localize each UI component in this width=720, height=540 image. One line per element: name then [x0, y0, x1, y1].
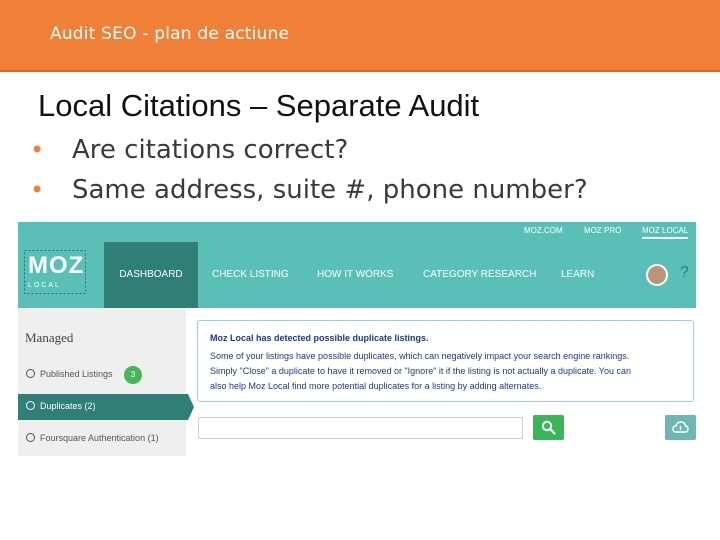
slide-header-bar: Audit SEO - plan de actiune: [0, 0, 720, 72]
sidebar-item-duplicates[interactable]: Duplicates (2): [18, 394, 194, 420]
slide-header-title: Audit SEO - plan de actiune: [50, 24, 290, 44]
sidebar-item-label: Published Listings: [40, 369, 113, 379]
duplicate-alert: Moz Local has detected possible duplicat…: [197, 320, 694, 402]
sync-button[interactable]: [665, 415, 696, 440]
alert-title: Moz Local has detected possible duplicat…: [210, 333, 429, 343]
moz-local-logo[interactable]: MOZ LOCAL: [24, 250, 86, 294]
sidebar-item-published-listings[interactable]: Published Listings 3: [18, 362, 186, 388]
toplink-moz-com[interactable]: MOZ.COM: [524, 226, 563, 235]
moz-local-screenshot: MOZ.COM MOZ PRO MOZ LOCAL MOZ LOCAL DASH…: [18, 222, 696, 456]
toplink-moz-pro[interactable]: MOZ PRO: [584, 226, 621, 235]
bullet-item: • Same address, suite #, phone number?: [30, 170, 588, 210]
count-badge: 3: [124, 366, 142, 384]
alert-text: Simply "Close" a duplicate to have it re…: [210, 366, 632, 376]
logo-text: MOZ: [28, 252, 85, 279]
nav-dashboard[interactable]: DASHBOARD: [104, 242, 198, 308]
nav-category-research[interactable]: CATEGORY RESEARCH: [423, 242, 536, 308]
search-input[interactable]: [198, 417, 523, 439]
help-icon[interactable]: ?: [680, 264, 689, 282]
sidebar-item-label: Duplicates (2): [40, 401, 96, 411]
nav-how-it-works[interactable]: HOW IT WORKS: [317, 242, 393, 308]
nav-learn[interactable]: LEARN: [561, 242, 594, 308]
listing-icon: [26, 369, 35, 378]
toplink-moz-local[interactable]: MOZ LOCAL: [642, 226, 689, 239]
logo-subtext: LOCAL: [28, 282, 61, 289]
sidebar: Managed Published Listings 3 Duplicates …: [18, 308, 194, 456]
foursquare-icon: [26, 433, 35, 442]
search-button[interactable]: [533, 415, 564, 440]
bullet-list: • Are citations correct? • Same address, s…: [30, 130, 588, 210]
alert-text: Some of your listings have possible dupl…: [210, 351, 630, 361]
user-avatar[interactable]: [646, 264, 668, 286]
main-nav: MOZ LOCAL DASHBOARD CHECK LISTING HOW IT…: [18, 242, 696, 308]
bullet-dot-icon: •: [30, 176, 45, 204]
active-arrow-icon: [188, 394, 194, 420]
top-links-bar: MOZ.COM MOZ PRO MOZ LOCAL: [18, 222, 696, 242]
alert-text: also help Moz Local find more potential …: [210, 381, 542, 391]
duplicate-icon: [26, 401, 35, 410]
cloud-icon: [672, 421, 689, 433]
bullet-dot-icon: •: [30, 136, 45, 164]
bullet-text: Are citations correct?: [72, 135, 349, 165]
bullet-item: • Are citations correct?: [30, 130, 588, 170]
slide-title: Local Citations – Separate Audit: [38, 88, 480, 123]
bullet-text: Same address, suite #, phone number?: [72, 175, 588, 205]
search-icon: [541, 420, 556, 435]
sidebar-heading: Managed: [25, 330, 74, 345]
sidebar-item-foursquare-authentication[interactable]: Foursquare Authentication (1): [18, 426, 186, 452]
nav-check-listing[interactable]: CHECK LISTING: [212, 242, 289, 308]
sidebar-item-label: Foursquare Authentication (1): [40, 433, 159, 443]
